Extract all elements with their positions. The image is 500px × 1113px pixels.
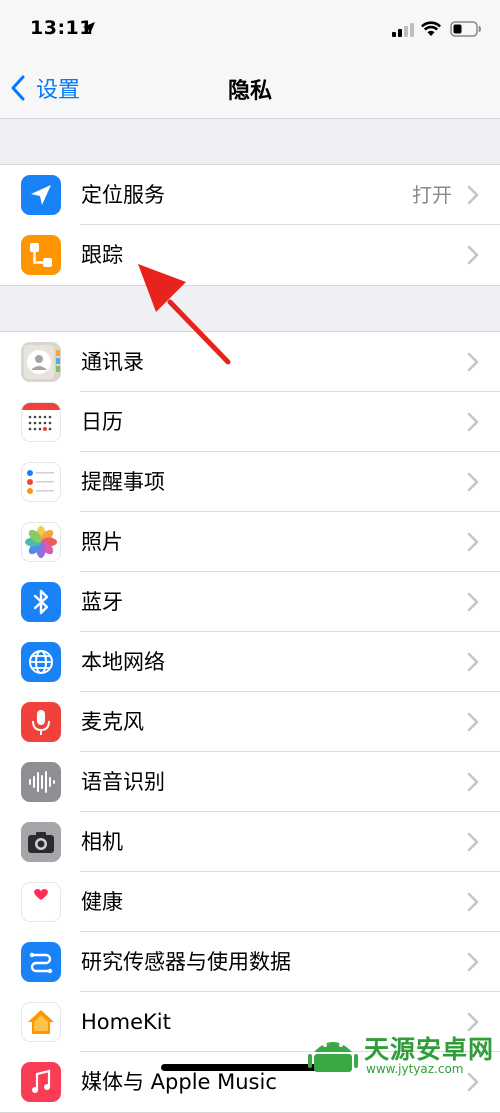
- chevron-right-icon: [467, 772, 479, 792]
- page-title: 隐私: [227, 79, 272, 104]
- chevron-right-icon: [467, 472, 479, 492]
- row-label: 提醒事项: [81, 470, 165, 494]
- location-services-active-icon: [83, 22, 95, 34]
- status-bar: 13:11: [0, 0, 500, 58]
- row-label: 媒体与 Apple Music: [81, 1070, 277, 1094]
- reminders-icon: [21, 462, 61, 502]
- row-label: 相机: [81, 830, 123, 854]
- annotation-arrow: [138, 264, 231, 365]
- row-value: 打开: [412, 183, 452, 207]
- chevron-right-icon: [467, 245, 479, 265]
- microphone-icon: [21, 702, 61, 742]
- chevron-right-icon: [467, 185, 479, 205]
- health-heart-icon: [21, 882, 61, 922]
- row-label: HomeKit: [81, 1010, 171, 1034]
- row-label: 语音识别: [81, 770, 165, 794]
- chevron-right-icon: [467, 532, 479, 552]
- row-label: 健康: [81, 890, 123, 914]
- globe-icon: [21, 642, 61, 682]
- battery-icon: [450, 21, 481, 37]
- settings-row-bluetooth[interactable]: 蓝牙: [0, 572, 500, 632]
- settings-row-local-network[interactable]: 本地网络: [0, 632, 500, 692]
- settings-row-location-services[interactable]: 定位服务 打开: [0, 165, 500, 225]
- contacts-icon: [21, 342, 61, 382]
- settings-row-photos[interactable]: 照片: [0, 512, 500, 572]
- chevron-right-icon: [467, 412, 479, 432]
- watermark: 天源安卓网 www.jytyaz.com: [306, 1028, 496, 1080]
- location-arrow-icon: [21, 175, 61, 215]
- research-sensor-icon: [21, 942, 61, 982]
- chevron-right-icon: [467, 952, 479, 972]
- row-label: 定位服务: [81, 183, 165, 207]
- settings-row-research-sensor[interactable]: 研究传感器与使用数据: [0, 932, 500, 992]
- camera-icon: [21, 822, 61, 862]
- row-label: 照片: [81, 530, 123, 554]
- music-icon: [21, 1062, 61, 1102]
- row-label: 跟踪: [81, 243, 123, 267]
- cellular-signal-icon: [392, 23, 414, 37]
- settings-row-microphone[interactable]: 麦克风: [0, 692, 500, 752]
- settings-row-tracking[interactable]: 跟踪: [0, 225, 500, 285]
- chevron-right-icon: [467, 652, 479, 672]
- settings-row-contacts[interactable]: 通讯录: [0, 332, 500, 392]
- bluetooth-icon: [21, 582, 61, 622]
- chevron-right-icon: [467, 892, 479, 912]
- row-label: 研究传感器与使用数据: [81, 950, 291, 974]
- settings-row-camera[interactable]: 相机: [0, 812, 500, 872]
- row-label: 日历: [81, 410, 123, 434]
- settings-group-permissions: 通讯录 日历 提醒事项 照片 蓝牙 本地网络 麦克风 语音识别 相机 健康 研究…: [0, 331, 500, 1113]
- settings-row-health[interactable]: 健康: [0, 872, 500, 932]
- watermark-url: www.jytyaz.com: [366, 1062, 464, 1076]
- navigation-bar: 设置 隐私: [0, 58, 500, 119]
- row-label: 蓝牙: [81, 590, 123, 614]
- settings-row-speech-recognition[interactable]: 语音识别: [0, 752, 500, 812]
- tracking-icon: [21, 235, 61, 275]
- settings-row-reminders[interactable]: 提醒事项: [0, 452, 500, 512]
- photos-icon: [21, 522, 61, 562]
- chevron-right-icon: [467, 592, 479, 612]
- speech-recognition-icon: [21, 762, 61, 802]
- row-label: 麦克风: [81, 710, 144, 734]
- android-logo-icon: [308, 1042, 358, 1072]
- watermark-text: 天源安卓网: [364, 1035, 495, 1064]
- homekit-house-icon: [21, 1002, 61, 1042]
- chevron-right-icon: [467, 832, 479, 852]
- calendar-icon: [21, 402, 61, 442]
- wifi-icon: [421, 21, 441, 36]
- chevron-right-icon: [467, 712, 479, 732]
- chevron-right-icon: [467, 352, 479, 372]
- row-label: 本地网络: [81, 650, 165, 674]
- settings-row-calendar[interactable]: 日历: [0, 392, 500, 452]
- settings-group-tracking: 定位服务 打开 跟踪: [0, 164, 500, 286]
